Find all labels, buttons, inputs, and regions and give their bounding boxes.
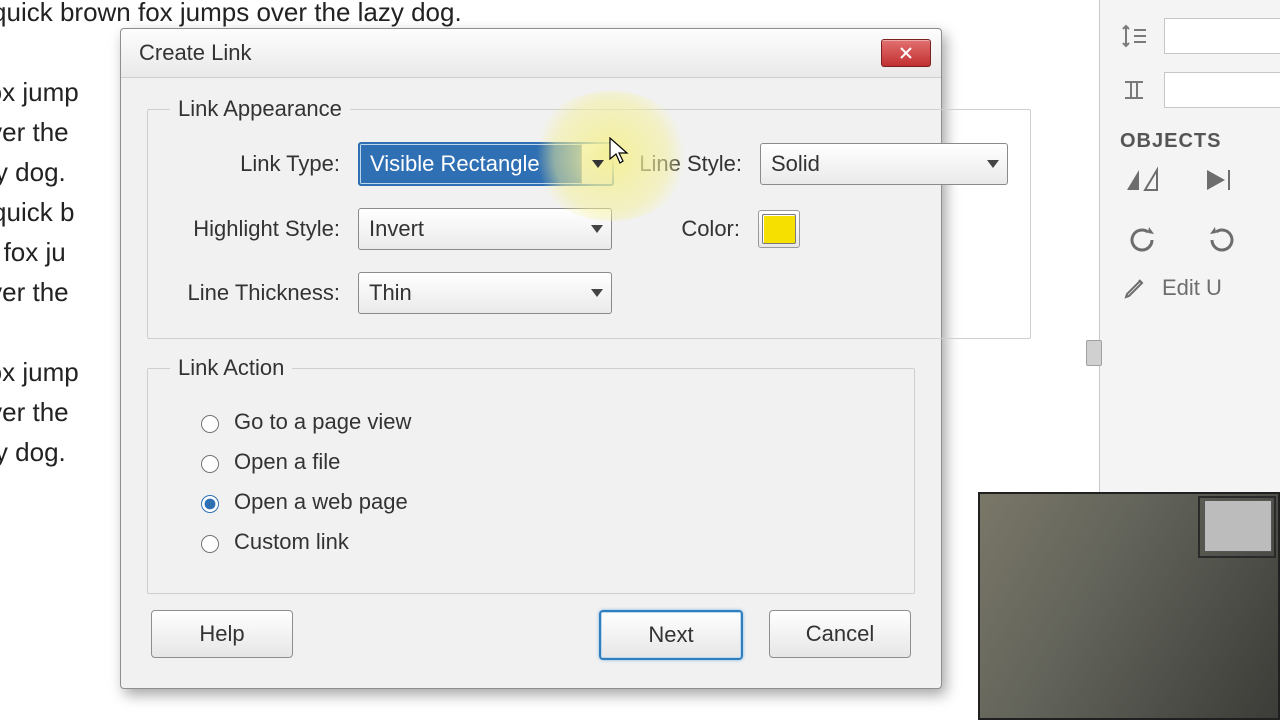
highlight-style-label: Highlight Style: bbox=[170, 216, 340, 242]
pencil-icon[interactable] bbox=[1122, 275, 1148, 301]
paragraph-spacing-icon[interactable] bbox=[1118, 76, 1150, 104]
chevron-down-icon bbox=[591, 225, 603, 233]
objects-section-header: OBJECTS bbox=[1120, 130, 1280, 153]
rotate-ccw-icon[interactable] bbox=[1122, 223, 1162, 257]
line-style-value: Solid bbox=[771, 151, 820, 177]
panel-collapse-handle[interactable] bbox=[1086, 340, 1102, 366]
radio-custom-link[interactable]: Custom link bbox=[196, 529, 892, 555]
link-action-group: Link Action Go to a page view Open a fil… bbox=[147, 355, 915, 594]
radio-open-web[interactable]: Open a web page bbox=[196, 489, 892, 515]
line-spacing-icon[interactable] bbox=[1118, 22, 1150, 50]
chevron-down-icon bbox=[592, 160, 604, 168]
help-button[interactable]: Help bbox=[151, 610, 293, 658]
link-appearance-group: Link Appearance Link Type: Visible Recta… bbox=[147, 96, 1031, 339]
line-thickness-label: Line Thickness: bbox=[170, 280, 340, 306]
rotate-cw-icon[interactable] bbox=[1202, 223, 1242, 257]
color-label: Color: bbox=[630, 216, 740, 242]
line-style-select[interactable]: Solid bbox=[760, 143, 1008, 185]
paragraph-spacing-field[interactable] bbox=[1164, 72, 1280, 108]
radio-page-view[interactable]: Go to a page view bbox=[196, 409, 892, 435]
edit-using-label[interactable]: Edit U bbox=[1162, 275, 1222, 301]
flip-vertical-icon[interactable] bbox=[1202, 163, 1242, 197]
close-button[interactable] bbox=[881, 39, 931, 67]
link-appearance-legend: Link Appearance bbox=[170, 96, 350, 122]
color-picker[interactable] bbox=[758, 210, 800, 248]
chevron-down-icon bbox=[987, 160, 999, 168]
link-type-select[interactable]: Visible Rectangle bbox=[358, 142, 614, 186]
next-button[interactable]: Next bbox=[599, 610, 743, 660]
chevron-down-icon bbox=[591, 289, 603, 297]
link-action-legend: Link Action bbox=[170, 355, 292, 381]
dialog-titlebar[interactable]: Create Link bbox=[121, 29, 941, 78]
line-thickness-select[interactable]: Thin bbox=[358, 272, 612, 314]
create-link-dialog: Create Link Link Appearance Link Type: V… bbox=[120, 28, 942, 689]
dialog-title: Create Link bbox=[139, 40, 252, 66]
radio-open-file[interactable]: Open a file bbox=[196, 449, 892, 475]
webcam-overlay bbox=[978, 492, 1280, 720]
line-thickness-value: Thin bbox=[369, 280, 412, 306]
highlight-style-select[interactable]: Invert bbox=[358, 208, 612, 250]
highlight-style-value: Invert bbox=[369, 216, 424, 242]
cancel-button[interactable]: Cancel bbox=[769, 610, 911, 658]
color-swatch bbox=[762, 214, 796, 244]
line-style-label: Line Style: bbox=[632, 151, 742, 177]
line-spacing-field[interactable] bbox=[1164, 18, 1280, 54]
flip-horizontal-icon[interactable] bbox=[1122, 163, 1162, 197]
link-type-label: Link Type: bbox=[170, 151, 340, 177]
link-type-value: Visible Rectangle bbox=[370, 151, 540, 177]
